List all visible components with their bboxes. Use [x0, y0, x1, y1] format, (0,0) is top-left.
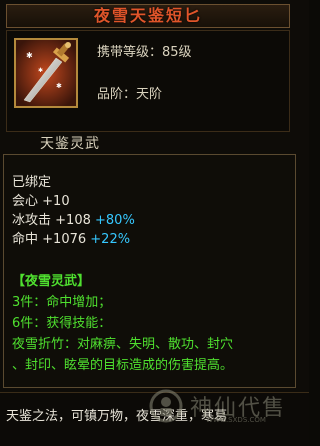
attribute-label: 命中	[12, 232, 39, 247]
skill-description-1: 夜雪折竹：对麻痹、失明、散功、封穴	[12, 337, 234, 352]
attribute-label: 冰攻击	[12, 213, 52, 228]
level-label: 携带等级：	[97, 45, 163, 60]
svg-text:✱: ✱	[56, 82, 62, 90]
item-name: 夜雪天鉴短匕	[93, 6, 202, 25]
attribute-label: 会心	[12, 194, 39, 209]
attribute-base: +108	[55, 213, 91, 228]
item-title-bar: 夜雪天鉴短匕	[6, 4, 290, 28]
dagger-icon[interactable]: ✱ ✱ ✱	[14, 38, 78, 108]
item-header: ✱ ✱ ✱ 携带等级：85级 品阶：天阶	[6, 30, 290, 132]
set-bonus-3: 3件：命中增加；	[12, 295, 112, 310]
grade-line: 品阶：天阶	[97, 83, 162, 102]
attribute-row: 命中 +1076 +22%	[12, 228, 130, 247]
level-value: 85级	[162, 45, 192, 60]
svg-text:✱: ✱	[38, 67, 43, 74]
attribute-bonus: +80%	[95, 213, 135, 228]
stats-panel: 已绑定 会心 +10 冰攻击 +108 +80% 命中 +1076 +22% 【…	[3, 154, 296, 388]
svg-text:✱: ✱	[26, 51, 33, 60]
bound-status: 已绑定	[12, 175, 52, 190]
grade-label: 品阶：	[97, 87, 137, 102]
attribute-bonus: +22%	[90, 232, 131, 247]
watermark-url: WWW.SXDS.COM	[206, 416, 266, 424]
set-bonus-6: 6件：获得技能：	[12, 316, 112, 331]
sxds-watermark: 神仙代售 WWW.SXDS.COM	[146, 388, 306, 428]
grade-value: 天阶	[136, 87, 163, 102]
set-name: 【夜雪灵武】	[12, 274, 91, 289]
item-tooltip: 夜雪天鉴短匕 ✱ ✱ ✱ 携带等级：85级 品阶：天阶 天鉴灵武 已绑定 会心 …	[0, 0, 309, 446]
attribute-base: +10	[42, 194, 70, 209]
level-requirement: 携带等级：85级	[97, 41, 192, 60]
skill-description-2: 、封印、眩晕的目标造成的伤害提高。	[12, 358, 234, 373]
item-subtitle: 天鉴灵武	[40, 136, 100, 152]
attribute-base: +1076	[42, 232, 87, 247]
attribute-row: 会心 +10	[12, 190, 70, 209]
sxds-logo-icon	[149, 389, 183, 423]
attribute-row: 冰攻击 +108 +80%	[12, 209, 135, 228]
